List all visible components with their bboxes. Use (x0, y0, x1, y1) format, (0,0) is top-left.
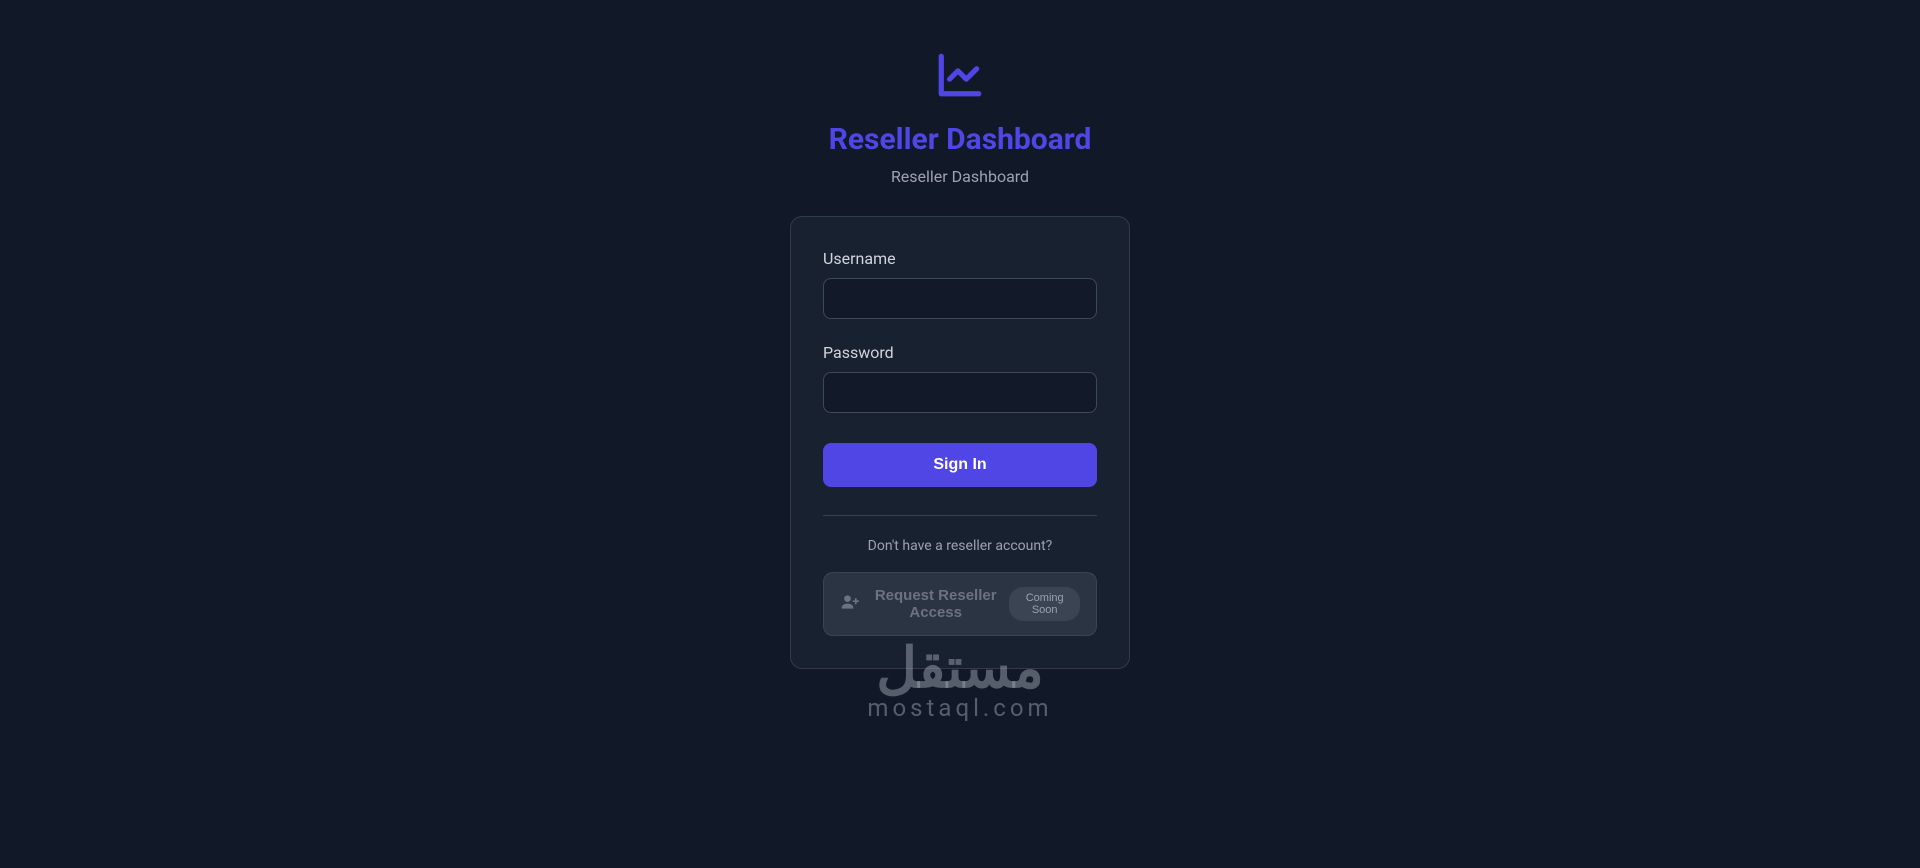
login-card: Username Password Sign In Don't have a r… (790, 216, 1130, 669)
page-subtitle: Reseller Dashboard (891, 167, 1029, 186)
person-add-icon (840, 592, 860, 617)
username-form-group: Username (823, 249, 1097, 319)
chart-line-icon (935, 85, 985, 104)
password-input[interactable] (823, 372, 1097, 413)
signin-button[interactable]: Sign In (823, 443, 1097, 487)
divider (823, 515, 1097, 516)
watermark-latin: mostaql.com (867, 694, 1052, 722)
username-label: Username (823, 249, 1097, 268)
no-account-prompt: Don't have a reseller account? (823, 538, 1097, 554)
logo-container (935, 50, 985, 104)
password-label: Password (823, 343, 1097, 362)
password-form-group: Password (823, 343, 1097, 413)
username-input[interactable] (823, 278, 1097, 319)
request-access-button[interactable]: Request Reseller Access Coming Soon (823, 572, 1097, 636)
request-access-label: Request Reseller Access (872, 587, 999, 621)
page-title: Reseller Dashboard (829, 122, 1092, 157)
coming-soon-badge: Coming Soon (1009, 587, 1080, 621)
